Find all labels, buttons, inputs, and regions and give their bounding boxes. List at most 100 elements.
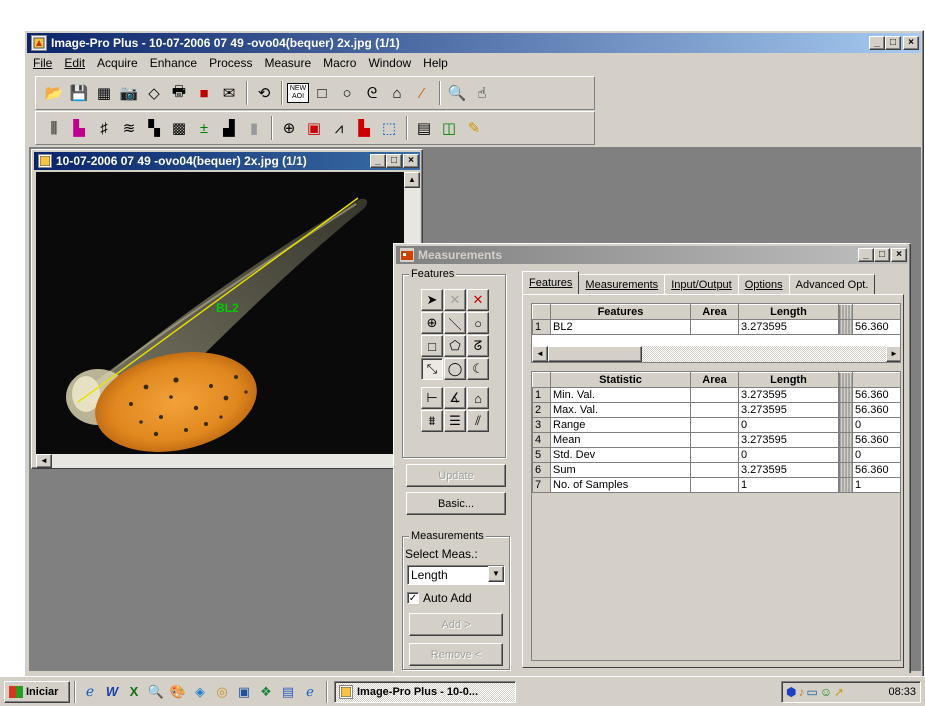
- tab-features[interactable]: Features: [522, 271, 580, 294]
- grid-icon[interactable]: ▦: [92, 81, 116, 105]
- overlay-icon[interactable]: ▣: [302, 116, 326, 140]
- area-tool-icon[interactable]: ⌂: [467, 387, 489, 409]
- tab-input-output[interactable]: Input/Output: [664, 274, 739, 294]
- scroll-left-button[interactable]: ◄: [532, 346, 548, 362]
- save-icon[interactable]: 💾: [67, 81, 91, 105]
- table-row[interactable]: 2 Max. Val. 3.273595 56.360: [532, 402, 900, 418]
- image-maximize-button[interactable]: □: [386, 154, 402, 168]
- oval-tool-icon[interactable]: ◯: [444, 358, 466, 380]
- ellipse-tool-icon[interactable]: ○: [335, 81, 359, 105]
- statistic-name-cell[interactable]: Min. Val.: [550, 387, 691, 403]
- statistic-col-header[interactable]: Statistic: [550, 372, 691, 388]
- statistic-length-cell[interactable]: 0: [738, 417, 839, 433]
- bars-icon[interactable]: ▮: [242, 116, 266, 140]
- ie-icon[interactable]: ℯ: [80, 683, 100, 700]
- table-row[interactable]: 5 Std. Dev 0 0: [532, 447, 900, 463]
- pointer-icon[interactable]: ➤: [421, 289, 443, 311]
- remove-button[interactable]: Remove <: [409, 643, 503, 666]
- palette-icon[interactable]: ⊕: [277, 116, 301, 140]
- area-col-header[interactable]: Area: [690, 304, 739, 320]
- statistic-area-cell[interactable]: [690, 477, 739, 493]
- tab-measurements[interactable]: Measurements: [578, 274, 666, 294]
- tray-arrow-icon[interactable]: ➚: [834, 685, 844, 699]
- menu-enhance[interactable]: Enhance: [144, 54, 203, 72]
- find-icon[interactable]: ◎: [212, 684, 232, 700]
- add-button[interactable]: Add >: [409, 613, 503, 636]
- statistic-name-cell[interactable]: Range: [550, 417, 691, 433]
- pattern-icon[interactable]: ▩: [167, 116, 191, 140]
- statistic-length-cell[interactable]: 3.273595: [738, 432, 839, 448]
- undo-icon[interactable]: ⟲: [252, 81, 276, 105]
- checkbox-box[interactable]: ✓: [407, 592, 419, 604]
- angle-tool-icon[interactable]: ∡: [444, 387, 466, 409]
- tray-user-icon[interactable]: ☺: [820, 685, 832, 699]
- network-icon[interactable]: ❖: [256, 684, 276, 700]
- maximize-button[interactable]: □: [885, 36, 901, 50]
- statistic-area-cell[interactable]: [690, 387, 739, 403]
- image-window-title-bar[interactable]: 10-07-2006 07 49 -ovo04(bequer) 2x.jpg (…: [34, 152, 420, 170]
- start-button[interactable]: Iniciar: [4, 680, 70, 703]
- extra-col-header[interactable]: /: [852, 372, 900, 388]
- crosshair-icon[interactable]: ⊕: [421, 312, 443, 334]
- rect-tool-icon[interactable]: □: [421, 335, 443, 357]
- statistic-name-cell[interactable]: No. of Samples: [550, 477, 691, 493]
- auto-add-checkbox[interactable]: ✓ Auto Add: [407, 591, 472, 605]
- layers-icon[interactable]: ≋: [117, 116, 141, 140]
- tab-advanced-options[interactable]: Advanced Opt.: [788, 274, 876, 294]
- image-minimize-button[interactable]: _: [370, 154, 386, 168]
- scroll-thumb[interactable]: [548, 346, 642, 362]
- pencil-chart-icon[interactable]: ✎: [462, 116, 486, 140]
- statistic-extra-cell[interactable]: 56.360: [852, 432, 900, 448]
- wand-icon[interactable]: ⁄: [410, 81, 434, 105]
- word-icon[interactable]: W: [102, 684, 122, 699]
- table-row[interactable]: 3 Range 0 0: [532, 417, 900, 433]
- search-icon[interactable]: 🔍: [146, 684, 166, 700]
- calculator-icon[interactable]: ▤: [412, 116, 436, 140]
- line-chart-icon[interactable]: ⬚: [377, 116, 401, 140]
- scroll-right-button[interactable]: ►: [886, 346, 900, 362]
- menu-file[interactable]: File: [27, 54, 58, 72]
- statistic-length-cell[interactable]: 3.273595: [738, 387, 839, 403]
- freeform-tool-icon[interactable]: ᘓ: [360, 81, 384, 105]
- statistic-area-cell[interactable]: [690, 432, 739, 448]
- freeline-tool-icon[interactable]: ⤡: [421, 358, 443, 380]
- camera-icon[interactable]: 📷: [117, 81, 141, 105]
- table-row[interactable]: 7 No. of Samples 1 1: [532, 477, 900, 493]
- delete-gray-icon[interactable]: ✕: [444, 289, 466, 311]
- hline-tool-icon[interactable]: ⊢: [421, 387, 443, 409]
- calipers-tool-icon[interactable]: ⩩: [421, 410, 443, 432]
- meas-maximize-button[interactable]: □: [874, 248, 890, 262]
- image-horizontal-scrollbar[interactable]: ◄: [36, 454, 404, 468]
- table-row[interactable]: 6 Sum 3.273595 56.360: [532, 462, 900, 478]
- menu-acquire[interactable]: Acquire: [91, 54, 144, 72]
- statistic-name-cell[interactable]: Mean: [550, 432, 691, 448]
- statistic-extra-cell[interactable]: 1: [852, 477, 900, 493]
- menu-edit[interactable]: Edit: [58, 54, 91, 72]
- database-icon[interactable]: ◫: [437, 116, 461, 140]
- extra-col-header[interactable]: /: [852, 304, 900, 320]
- trace-tool-icon[interactable]: ᘔ: [467, 335, 489, 357]
- statistic-length-cell[interactable]: 1: [738, 477, 839, 493]
- statistic-extra-cell[interactable]: 56.360: [852, 387, 900, 403]
- meas-minimize-button[interactable]: _: [858, 248, 874, 262]
- table-row[interactable]: 4 Mean 3.273595 56.360: [532, 432, 900, 448]
- image-canvas[interactable]: BL2: [36, 172, 404, 454]
- browser-icon[interactable]: ℯ: [300, 684, 320, 700]
- table-row[interactable]: 1 BL2 3.273595 56.360: [532, 319, 900, 335]
- statistic-area-cell[interactable]: [690, 447, 739, 463]
- statistic-length-cell[interactable]: 0: [738, 447, 839, 463]
- histogram-icon[interactable]: ▙: [67, 116, 91, 140]
- select-meas-dropdown[interactable]: Length ▼: [407, 565, 505, 585]
- media-icon[interactable]: ▣: [234, 684, 254, 700]
- main-title-bar[interactable]: Image-Pro Plus - 10-07-2006 07 49 -ovo04…: [27, 33, 921, 53]
- eraser-icon[interactable]: ◇: [142, 81, 166, 105]
- excel-icon[interactable]: X: [124, 684, 144, 699]
- delete-red-icon[interactable]: ✕: [467, 289, 489, 311]
- update-button[interactable]: Update: [406, 464, 506, 487]
- line-tool-icon[interactable]: ＼: [444, 312, 466, 334]
- statistic-name-cell[interactable]: Max. Val.: [550, 402, 691, 418]
- length-col-header[interactable]: Length: [738, 304, 839, 320]
- stack-tool-icon[interactable]: ☰: [444, 410, 466, 432]
- explorer-icon[interactable]: ◈: [190, 684, 210, 700]
- taskbar-task-image-pro[interactable]: Image-Pro Plus - 10-0...: [334, 680, 516, 703]
